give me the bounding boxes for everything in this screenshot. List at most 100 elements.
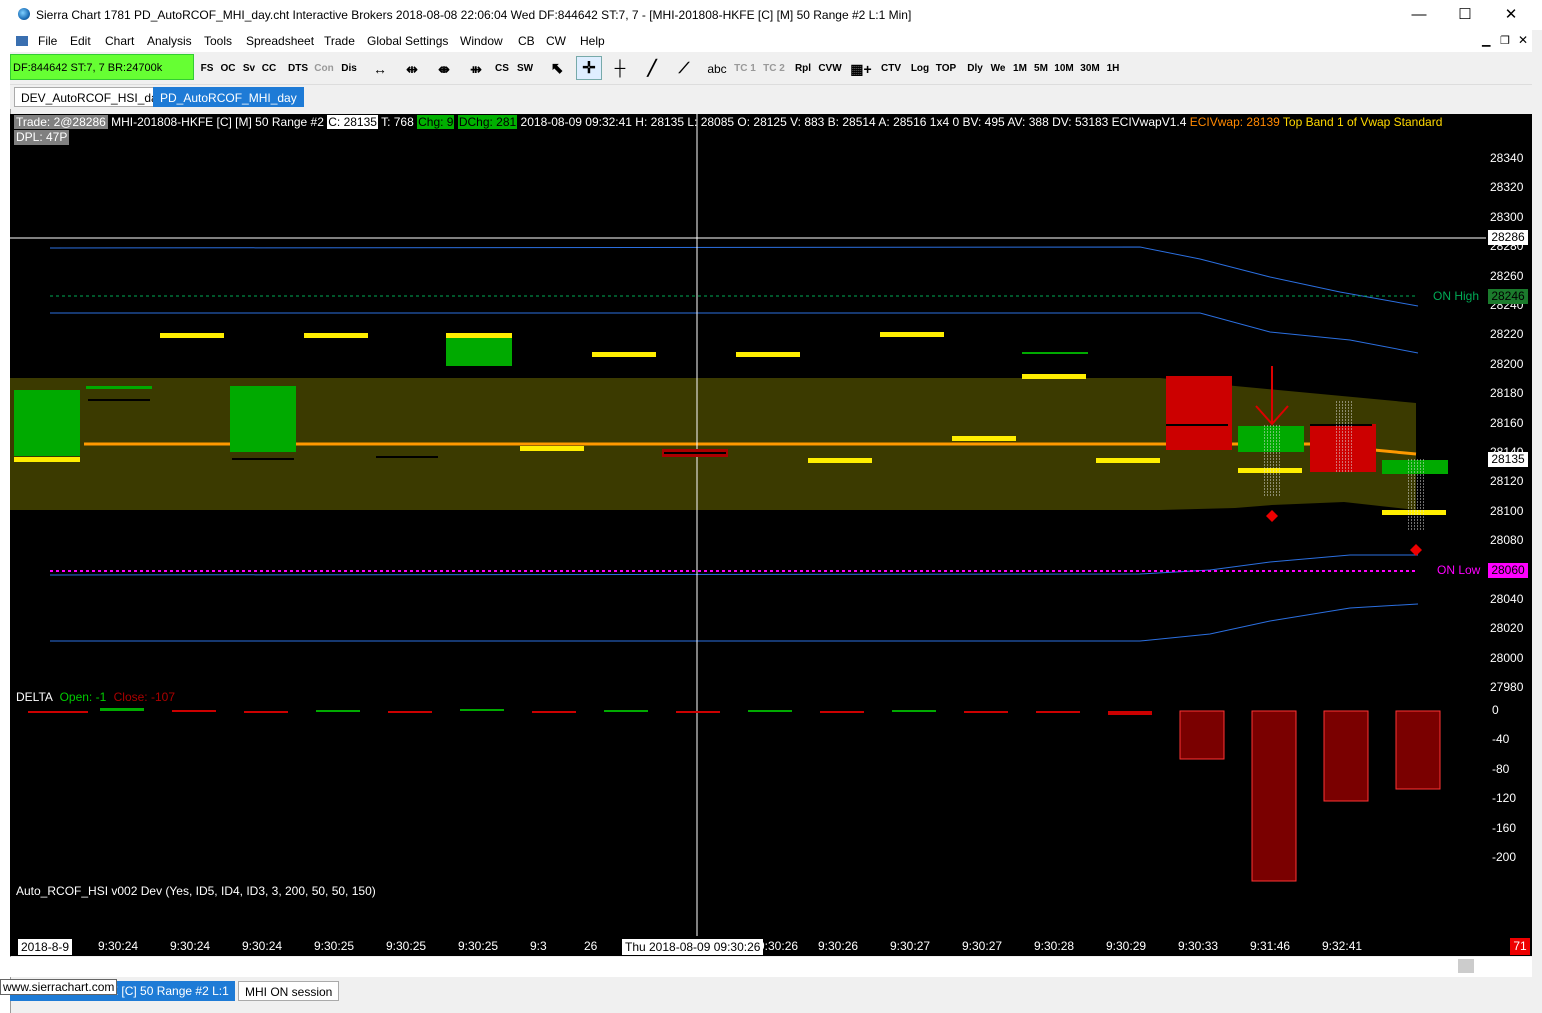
time-tick: 9:30:27 bbox=[962, 939, 1003, 953]
tab-dev-autorcof-hsi-day[interactable]: DEV_AutoRCOF_HSI_day bbox=[14, 87, 171, 107]
tc1-button[interactable]: TC 1 bbox=[732, 56, 758, 80]
delta-bar bbox=[1179, 710, 1225, 760]
menu-trade[interactable]: Trade bbox=[324, 34, 355, 48]
chart-area[interactable]: Trade: 2@28286 MHI-201808-HKFE [C] [M] 5… bbox=[10, 114, 1532, 936]
calendar-icon[interactable]: ▦+ bbox=[846, 56, 876, 80]
close-tick bbox=[88, 399, 150, 401]
upper-band-1 bbox=[50, 312, 1419, 354]
menu-window[interactable]: Window bbox=[460, 34, 503, 48]
time-tick: 9:32:41 bbox=[1322, 939, 1363, 953]
menu-analysis[interactable]: Analysis bbox=[147, 34, 192, 48]
delta-bar bbox=[604, 710, 648, 712]
delta-bar bbox=[100, 708, 144, 711]
ticks-value: T: 768 bbox=[381, 115, 414, 129]
menu-bar: File Edit Chart Analysis Tools Spreadshe… bbox=[10, 30, 1532, 52]
menu-spreadsheet[interactable]: Spreadsheet bbox=[246, 34, 314, 48]
dly-button[interactable]: Dly bbox=[964, 56, 986, 80]
menu-global-settings[interactable]: Global Settings bbox=[367, 34, 448, 48]
compress-bars-icon[interactable]: ⇼ bbox=[432, 56, 456, 80]
text-tool-button[interactable]: abc bbox=[704, 56, 730, 80]
menu-help[interactable]: Help bbox=[580, 34, 605, 48]
30m-button[interactable]: 30M bbox=[1078, 56, 1102, 80]
menu-edit[interactable]: Edit bbox=[70, 34, 91, 48]
delta-bar bbox=[388, 711, 432, 713]
time-tick: 26 bbox=[584, 939, 598, 953]
cs-button[interactable]: CS bbox=[492, 56, 512, 80]
delta-bar bbox=[892, 710, 936, 712]
dpl-label: DPL: 47P bbox=[14, 130, 70, 145]
minimize-button[interactable]: — bbox=[1396, 0, 1442, 30]
pointer-icon[interactable]: ⬉ bbox=[546, 56, 568, 80]
time-tick: 9:30:27 bbox=[890, 939, 931, 953]
zoom-fit-icon[interactable]: ⇹ bbox=[400, 56, 424, 80]
app-globe-icon bbox=[18, 8, 30, 20]
cc-button[interactable]: CC bbox=[260, 56, 278, 80]
sv-button[interactable]: Sv bbox=[240, 56, 258, 80]
time-tick: 9:30:25 bbox=[386, 939, 427, 953]
1h-button[interactable]: 1H bbox=[1104, 56, 1122, 80]
vwap-value: ECIVwap: 28139 bbox=[1189, 115, 1280, 129]
log-button[interactable]: Log bbox=[909, 56, 931, 80]
dis-button[interactable]: Dis bbox=[338, 56, 360, 80]
price-level-mark bbox=[1022, 374, 1086, 379]
maximize-button[interactable]: ☐ bbox=[1442, 0, 1488, 30]
con-button[interactable]: Con bbox=[312, 56, 336, 80]
tab-pd-autorcof-mhi-day[interactable]: PD_AutoRCOF_MHI_day bbox=[153, 87, 304, 107]
crosshair-icon[interactable]: ✛ bbox=[576, 56, 602, 80]
delta-bar bbox=[1323, 710, 1369, 802]
dts-button[interactable]: DTS bbox=[286, 56, 310, 80]
trade-info: Trade: 2@28286 bbox=[14, 115, 108, 129]
dchg-value: DChg: 281 bbox=[457, 115, 518, 129]
cvw-button[interactable]: CVW bbox=[817, 56, 843, 80]
time-tick: 9:30:24 bbox=[170, 939, 211, 953]
band-label: Top Band 1 of Vwap Standard bbox=[1282, 115, 1443, 129]
mdi-minimize-icon[interactable]: ▁ bbox=[1482, 34, 1490, 47]
toolbar: DF:844642 ST:7, 7 BR:24700k FS OC Sv CC … bbox=[10, 52, 1532, 85]
we-button[interactable]: We bbox=[988, 56, 1008, 80]
delta-bar bbox=[316, 710, 360, 712]
horizontal-scrollbar[interactable] bbox=[10, 957, 1532, 977]
fs-button[interactable]: FS bbox=[198, 56, 216, 80]
line-tool-icon[interactable]: ╱ bbox=[640, 56, 664, 80]
delta-open: Open: -1 bbox=[59, 690, 107, 704]
menu-tools[interactable]: Tools bbox=[204, 34, 232, 48]
delta-bar bbox=[748, 710, 792, 712]
top-button[interactable]: TOP bbox=[934, 56, 958, 80]
signal-diamond bbox=[1410, 544, 1422, 556]
zoom-width-icon[interactable]: ↔ bbox=[368, 56, 392, 80]
rpl-button[interactable]: Rpl bbox=[792, 56, 814, 80]
mdi-close-icon[interactable]: ✕ bbox=[1518, 33, 1528, 47]
time-axis[interactable]: 2018-8-9 9:30:24 9:30:24 9:30:24 9:30:25 9:3… bbox=[10, 936, 1532, 956]
close-button[interactable]: ✕ bbox=[1488, 0, 1534, 30]
expand-bars-icon[interactable]: ⇻ bbox=[464, 56, 488, 80]
scroll-thumb[interactable] bbox=[1458, 959, 1474, 973]
tc2-button[interactable]: TC 2 bbox=[761, 56, 787, 80]
price-level-mark bbox=[808, 458, 872, 463]
menu-file[interactable]: File bbox=[38, 34, 57, 48]
time-tick: 9:30:25 bbox=[314, 939, 355, 953]
bar-info: 2018-08-09 09:32:41 H: 28135 L: 28085 O:… bbox=[520, 115, 1187, 129]
close-value: C: 28135 bbox=[327, 115, 378, 129]
tab-mhi-on-session[interactable]: MHI ON session bbox=[238, 981, 340, 1001]
delta-bar bbox=[1251, 710, 1297, 882]
menu-cw[interactable]: CW bbox=[546, 34, 566, 48]
price-level-mark bbox=[1096, 458, 1160, 463]
price-bar-thin bbox=[1022, 352, 1088, 354]
menu-chart[interactable]: Chart bbox=[105, 34, 134, 48]
mdi-restore-icon[interactable]: ❐ bbox=[1500, 34, 1510, 47]
delta-header: DELTA Open: -1 Close: -107 bbox=[16, 690, 175, 704]
price-level-mark bbox=[160, 333, 224, 338]
1m-button[interactable]: 1M bbox=[1010, 56, 1030, 80]
10m-button[interactable]: 10M bbox=[1052, 56, 1076, 80]
menu-cb[interactable]: CB bbox=[518, 34, 535, 48]
sw-button[interactable]: SW bbox=[514, 56, 536, 80]
price-level-mark bbox=[304, 333, 368, 338]
cursor-crosshair-icon[interactable]: ┼ bbox=[608, 56, 632, 80]
price-bar bbox=[230, 386, 296, 452]
ctv-button[interactable]: CTV bbox=[878, 56, 904, 80]
5m-button[interactable]: 5M bbox=[1031, 56, 1051, 80]
ray-tool-icon[interactable]: ⟋ bbox=[672, 56, 696, 80]
oc-button[interactable]: OC bbox=[219, 56, 237, 80]
title-bar: Sierra Chart 1781 PD_AutoRCOF_MHI_day.ch… bbox=[10, 0, 1542, 30]
close-tick bbox=[232, 458, 294, 460]
